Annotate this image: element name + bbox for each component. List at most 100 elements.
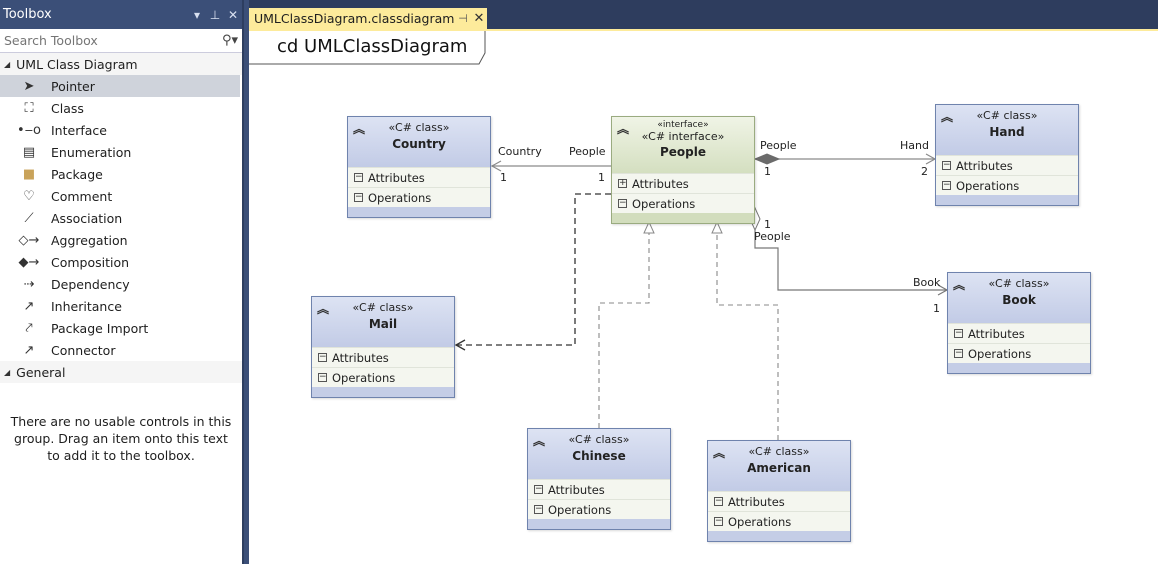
collapse-compartment-icon[interactable]: −	[318, 353, 327, 362]
collapse-icon[interactable]: ︽	[617, 120, 629, 137]
compartment-label: Attributes	[368, 170, 425, 185]
tab-close-icon[interactable]: ✕	[471, 11, 487, 26]
toolbox-item-label: Class	[51, 100, 84, 116]
collapse-compartment-icon[interactable]: −	[954, 329, 963, 338]
compartment-label: Operations	[332, 370, 396, 385]
toolbox-item-label: Enumeration	[51, 144, 132, 160]
toolbox-item-enumeration[interactable]: ▤ Enumeration	[0, 141, 240, 163]
dependency-icon: ⇢	[23, 276, 35, 292]
compartment-label: Operations	[548, 502, 612, 517]
class-chinese[interactable]: ︽ «C# class» Chinese − Attributes − Operat…	[527, 428, 671, 530]
search-icon[interactable]: ⚲▾	[214, 33, 238, 48]
toolbox-item-package-import[interactable]: ⤤ Package Import	[0, 317, 240, 339]
role-label-hand: Hand	[900, 139, 929, 152]
collapse-compartment-icon[interactable]: −	[954, 349, 963, 358]
collapse-compartment-icon[interactable]: −	[942, 161, 951, 170]
class-header: ︽ «C# class» American	[708, 441, 850, 491]
toolbox-item-label: Package Import	[51, 320, 149, 336]
attributes-compartment[interactable]: − Attributes	[936, 155, 1078, 175]
composition-people-hand[interactable]	[753, 153, 937, 165]
operations-compartment[interactable]: − Operations	[708, 511, 850, 531]
class-footer	[936, 195, 1078, 205]
collapse-icon[interactable]: ︽	[941, 108, 953, 125]
panel-splitter[interactable]	[242, 0, 249, 564]
operations-compartment[interactable]: − Operations	[528, 499, 670, 519]
tab-umlclassdiagram[interactable]: UMLClassDiagram.classdiagram ⊣ ✕	[249, 8, 487, 29]
toolbox-item-interface[interactable]: •‒o Interface	[0, 119, 240, 141]
empty-group-message[interactable]: There are no usable controls in this gro…	[0, 383, 242, 464]
toolbox-item-label: Comment	[51, 188, 113, 204]
collapse-compartment-icon[interactable]: −	[318, 373, 327, 382]
toolbox-item-dependency[interactable]: ⇢ Dependency	[0, 273, 240, 295]
class-book[interactable]: ︽ «C# class» Book − Attributes − Operation…	[947, 272, 1091, 374]
class-mail[interactable]: ︽ «C# class» Mail − Attributes − Operation…	[311, 296, 455, 398]
enumeration-icon: ▤	[22, 144, 36, 160]
realization-american-people[interactable]	[711, 220, 779, 440]
toolbox-item-aggregation[interactable]: ◇→ Aggregation	[0, 229, 240, 251]
collapse-icon[interactable]: ︽	[317, 300, 329, 317]
operations-compartment[interactable]: − Operations	[948, 343, 1090, 363]
collapse-icon[interactable]: ︽	[353, 120, 365, 137]
class-header: ︽ «interface» «C# interface» People	[612, 117, 754, 173]
attributes-compartment[interactable]: − Attributes	[708, 491, 850, 511]
collapse-compartment-icon[interactable]: −	[618, 199, 627, 208]
toolbox-item-package[interactable]: ■ Package	[0, 163, 240, 185]
group-label: General	[16, 364, 66, 380]
class-country[interactable]: ︽ «C# class» Country − Attributes − Operat…	[347, 116, 491, 218]
toolbox-item-composition[interactable]: ◆→ Composition	[0, 251, 240, 273]
operations-compartment[interactable]: − Operations	[936, 175, 1078, 195]
attributes-compartment[interactable]: − Attributes	[312, 347, 454, 367]
collapse-icon[interactable]: ︽	[713, 444, 725, 461]
toolbox-item-connector[interactable]: ↗ Connector	[0, 339, 240, 361]
compartment-label: Operations	[956, 178, 1020, 193]
toolbox-item-association[interactable]: ⟋ Association	[0, 207, 240, 229]
attributes-compartment[interactable]: + Attributes	[612, 173, 754, 193]
collapse-icon[interactable]: ︽	[953, 276, 965, 293]
operations-compartment[interactable]: − Operations	[348, 187, 490, 207]
group-label: UML Class Diagram	[16, 56, 138, 72]
search-toolbox-input[interactable]	[4, 33, 214, 48]
expand-compartment-icon[interactable]: +	[618, 179, 627, 188]
collapse-icon[interactable]: ︽	[533, 432, 545, 449]
collapse-compartment-icon[interactable]: −	[534, 485, 543, 494]
attributes-compartment[interactable]: − Attributes	[528, 479, 670, 499]
realization-chinese-people[interactable]	[598, 220, 655, 428]
stereotype-small-label: «interface»	[657, 120, 709, 130]
group-general[interactable]: ◢ General	[0, 361, 242, 383]
toolbox-item-comment[interactable]: ♡ Comment	[0, 185, 240, 207]
class-header: ︽ «C# class» Book	[948, 273, 1090, 323]
toolbox-item-inheritance[interactable]: ↗ Inheritance	[0, 295, 240, 317]
collapse-compartment-icon[interactable]: −	[714, 517, 723, 526]
attributes-compartment[interactable]: − Attributes	[948, 323, 1090, 343]
class-american[interactable]: ︽ «C# class» American − Attributes − Opera…	[707, 440, 851, 542]
toolbox-item-class[interactable]: ⛶ Class	[0, 97, 240, 119]
collapse-compartment-icon[interactable]: −	[534, 505, 543, 514]
collapse-compartment-icon[interactable]: −	[354, 193, 363, 202]
operations-compartment[interactable]: − Operations	[612, 193, 754, 213]
class-header: ︽ «C# class» Mail	[312, 297, 454, 347]
toolbox-item-pointer[interactable]: ➤ Pointer	[0, 75, 240, 97]
class-hand[interactable]: ︽ «C# class» Hand − Attributes − Operation…	[935, 104, 1079, 206]
toolbox-close-icon[interactable]: ✕	[224, 8, 242, 22]
class-name: Chinese	[572, 449, 626, 463]
toolbox-dropdown-icon[interactable]: ▾	[188, 8, 206, 22]
toolbox-item-label: Interface	[51, 122, 107, 138]
class-footer	[612, 213, 754, 223]
class-header: ︽ «C# class» Country	[348, 117, 490, 167]
compartment-label: Attributes	[956, 158, 1013, 173]
role-label-book: Book	[913, 276, 941, 289]
toolbox-pin-icon[interactable]: ⊥	[206, 8, 224, 22]
collapse-compartment-icon[interactable]: −	[354, 173, 363, 182]
attributes-compartment[interactable]: − Attributes	[348, 167, 490, 187]
collapse-compartment-icon[interactable]: −	[714, 497, 723, 506]
collapse-compartment-icon[interactable]: −	[942, 181, 951, 190]
diagram-canvas[interactable]: cd UMLClassDiagram Country People 1 1 Pe…	[249, 29, 1158, 564]
group-uml-class-diagram[interactable]: ◢ UML Class Diagram	[0, 53, 242, 75]
compartment-label: Attributes	[728, 494, 785, 509]
compartment-label: Operations	[632, 196, 696, 211]
tab-pin-icon[interactable]: ⊣	[455, 12, 471, 25]
association-people-country[interactable]	[490, 160, 611, 172]
toolbox-title: Toolbox	[3, 7, 52, 22]
interface-people[interactable]: ︽ «interface» «C# interface» People + Att…	[611, 116, 755, 224]
operations-compartment[interactable]: − Operations	[312, 367, 454, 387]
